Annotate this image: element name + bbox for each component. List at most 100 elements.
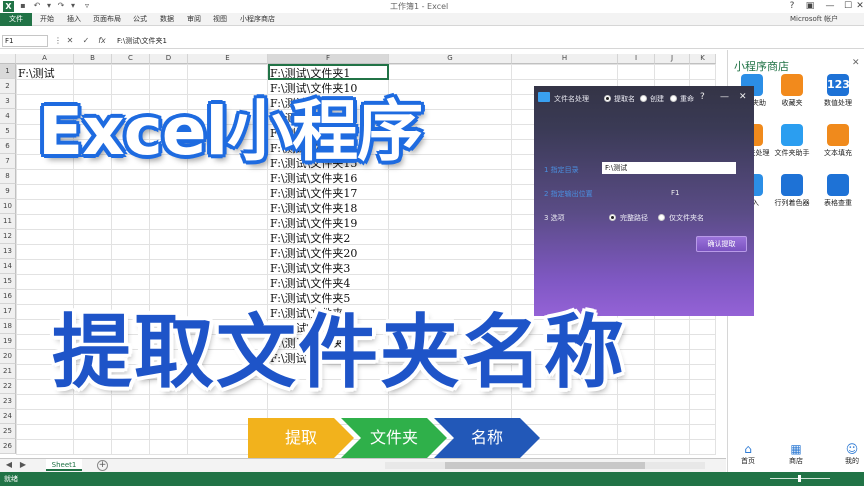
mode-create-radio[interactable] [640, 95, 647, 102]
redo-icon[interactable]: ↷ [56, 1, 66, 11]
row-header[interactable]: 17 [0, 304, 16, 319]
tab-view[interactable]: 视图 [213, 13, 227, 26]
panel-close-icon[interactable]: ✕ [852, 58, 860, 68]
row-header[interactable]: 13 [0, 244, 16, 259]
column-header[interactable]: G [389, 54, 512, 64]
cell-f11[interactable]: F:\测试\文件夹19 [270, 215, 357, 231]
column-header[interactable]: I [618, 54, 655, 64]
row-header[interactable]: 23 [0, 394, 16, 409]
column-header[interactable]: C [112, 54, 150, 64]
column-header[interactable]: F [268, 54, 389, 64]
cell-f9[interactable]: F:\测试\文件夹17 [270, 185, 357, 201]
store-tile[interactable]: 文件夹助手 [772, 124, 812, 168]
tab-file[interactable]: 文件 [0, 13, 32, 26]
cell-f14[interactable]: F:\测试\文件夹3 [270, 260, 350, 276]
row-header[interactable]: 16 [0, 289, 16, 304]
account-link[interactable]: Microsoft 帐户 [790, 14, 838, 24]
horizontal-scrollbar[interactable] [385, 462, 705, 469]
tab-formulas[interactable]: 公式 [133, 13, 147, 26]
tab-data[interactable]: 数据 [160, 13, 174, 26]
row-header[interactable]: 7 [0, 154, 16, 169]
undo-icon[interactable]: ↶ [32, 1, 42, 11]
store-tile[interactable]: 123 数值处理 [818, 74, 858, 118]
row-header[interactable]: 14 [0, 259, 16, 274]
row-header[interactable]: 15 [0, 274, 16, 289]
column-header[interactable]: B [74, 54, 112, 64]
enter-icon[interactable]: ✓ [80, 35, 92, 47]
help-icon[interactable]: ? [782, 0, 802, 12]
ribbon-display-icon[interactable]: ▣ [800, 0, 820, 12]
mode-rename-label[interactable]: 重命 [680, 94, 694, 104]
tab-review[interactable]: 审阅 [187, 13, 201, 26]
cell-a1[interactable]: F:\测试 [18, 65, 55, 81]
zoom-thumb[interactable] [798, 475, 801, 482]
row-header[interactable]: 1 [0, 64, 16, 79]
dialog-close-button[interactable]: ✕ [739, 92, 747, 102]
tab-insert[interactable]: 插入 [67, 13, 81, 26]
column-header[interactable]: H [512, 54, 618, 64]
dialog-minimize-button[interactable]: — [720, 92, 729, 102]
confirm-extract-button[interactable]: 确认提取 [696, 236, 747, 252]
cell-f12[interactable]: F:\测试\文件夹2 [270, 230, 350, 246]
store-tile[interactable]: 收藏夹 [772, 74, 812, 118]
row-header[interactable]: 26 [0, 439, 16, 454]
prev-sheet-icon[interactable]: ◀ [4, 460, 14, 470]
name-box[interactable]: F1 [2, 35, 48, 47]
output-location-value[interactable]: F1 [671, 189, 679, 197]
folder-name-only-radio[interactable] [658, 214, 665, 221]
row-header[interactable]: 11 [0, 214, 16, 229]
column-header[interactable]: D [150, 54, 188, 64]
tab-home[interactable]: 开始 [40, 13, 54, 26]
scroll-thumb[interactable] [445, 462, 645, 469]
panel-nav-item[interactable]: ⌂ 首页 [728, 442, 768, 466]
mode-extract-label[interactable]: 提取名 [614, 94, 635, 104]
store-tile[interactable]: 行列着色器 [772, 174, 812, 218]
dialog-help-button[interactable]: ? [700, 92, 705, 102]
cell-f10[interactable]: F:\测试\文件夹18 [270, 200, 357, 216]
row-header[interactable]: 19 [0, 334, 16, 349]
insert-function-icon[interactable]: fx [96, 35, 108, 47]
mode-rename-radio[interactable] [670, 95, 677, 102]
row-header[interactable]: 22 [0, 379, 16, 394]
row-header[interactable]: 10 [0, 199, 16, 214]
panel-nav-item[interactable]: ▦ 商店 [776, 442, 816, 466]
cell-f15[interactable]: F:\测试\文件夹4 [270, 275, 350, 291]
dialog-titlebar[interactable]: 文件名处理 提取名 创建 重命 ? — ✕ [534, 86, 754, 110]
minimize-button[interactable]: — [820, 0, 840, 12]
sheet-tab-sheet1[interactable]: Sheet1 [46, 459, 82, 471]
row-header[interactable]: 2 [0, 79, 16, 94]
row-header[interactable]: 6 [0, 139, 16, 154]
panel-nav-item[interactable]: ☺ 我的 [832, 442, 864, 466]
row-header[interactable]: 18 [0, 319, 16, 334]
customize-toolbar-icon[interactable]: ▿ [82, 1, 92, 11]
row-header[interactable]: 5 [0, 124, 16, 139]
row-header[interactable]: 12 [0, 229, 16, 244]
folder-name-only-label[interactable]: 仅文件夹名 [669, 213, 704, 223]
row-header[interactable]: 24 [0, 409, 16, 424]
tab-page-layout[interactable]: 页面布局 [93, 13, 121, 26]
row-header[interactable]: 25 [0, 424, 16, 439]
add-sheet-icon[interactable]: + [97, 460, 108, 471]
row-header[interactable]: 3 [0, 94, 16, 109]
store-tile[interactable]: 表格查重 [818, 174, 858, 218]
column-header[interactable]: J [655, 54, 690, 64]
full-path-label[interactable]: 完整路径 [620, 213, 648, 223]
mode-extract-radio[interactable] [604, 95, 611, 102]
column-header[interactable]: A [16, 54, 74, 64]
select-all-corner[interactable] [0, 54, 16, 64]
column-header[interactable]: K [690, 54, 716, 64]
cell-f8[interactable]: F:\测试\文件夹16 [270, 170, 357, 186]
tab-mini-program-store[interactable]: 小程序商店 [240, 13, 275, 26]
close-button[interactable]: ✕ [850, 0, 864, 12]
store-tile[interactable]: 文本填充 [818, 124, 858, 168]
formula-input[interactable]: F:\测试\文件夹1 [117, 35, 717, 47]
column-header[interactable]: E [188, 54, 268, 64]
mode-create-label[interactable]: 创建 [650, 94, 664, 104]
row-header[interactable]: 9 [0, 184, 16, 199]
next-sheet-icon[interactable]: ▶ [18, 460, 28, 470]
row-header[interactable]: 4 [0, 109, 16, 124]
undo-dropdown-icon[interactable]: ▾ [44, 1, 54, 11]
directory-input[interactable]: F:\测试 [602, 162, 736, 174]
full-path-radio[interactable] [609, 214, 616, 221]
zoom-slider[interactable] [770, 475, 830, 482]
